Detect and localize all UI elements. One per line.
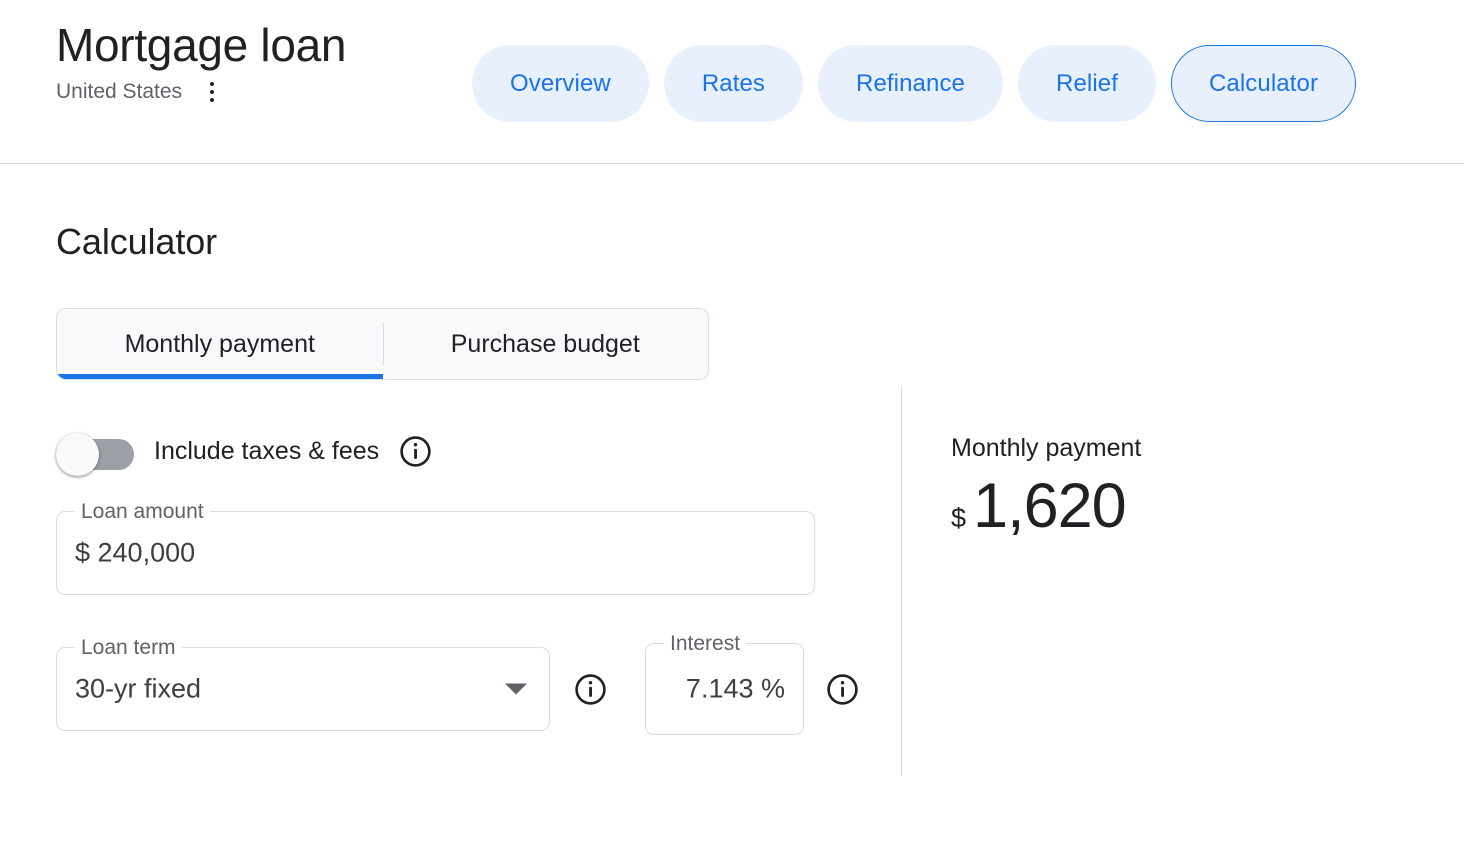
chevron-down-icon[interactable] xyxy=(505,684,527,695)
tab-overview[interactable]: Overview xyxy=(472,45,649,122)
loan-term-select[interactable]: Loan term 30-yr fixed xyxy=(56,647,550,731)
tab-label: Refinance xyxy=(856,70,965,98)
interest-rate-input[interactable] xyxy=(664,674,785,705)
tab-label: Overview xyxy=(510,70,611,98)
loan-amount-field[interactable]: Loan amount xyxy=(56,511,815,595)
loan-term-label: Loan term xyxy=(75,635,182,661)
page-title: Mortgage loan xyxy=(56,16,472,74)
info-circle-icon[interactable] xyxy=(399,435,432,468)
region-subtitle: United States xyxy=(56,79,182,105)
info-circle-icon[interactable] xyxy=(574,673,607,706)
result-column: Monthly payment $ 1,620 xyxy=(901,380,1464,735)
monthly-payment-value: $ 1,620 xyxy=(951,475,1464,538)
tab-refinance[interactable]: Refinance xyxy=(818,45,1003,122)
tab-label: Purchase budget xyxy=(451,330,640,359)
more-vertical-icon[interactable] xyxy=(200,78,224,106)
calculator-columns: Include taxes & fees Loan amount Loan te… xyxy=(56,380,1464,735)
loan-amount-label: Loan amount xyxy=(75,499,210,525)
tab-label: Relief xyxy=(1056,70,1118,98)
result-label: Monthly payment xyxy=(951,433,1464,463)
toggle-knob xyxy=(56,433,99,476)
tab-label: Rates xyxy=(702,70,765,98)
tab-label: Calculator xyxy=(1209,70,1318,98)
info-circle-icon[interactable] xyxy=(826,673,859,706)
include-taxes-row: Include taxes & fees xyxy=(56,433,901,469)
tab-calculator[interactable]: Calculator xyxy=(1171,45,1356,122)
tab-purchase-budget[interactable]: Purchase budget xyxy=(383,309,709,379)
column-divider xyxy=(901,386,902,776)
tab-label: Monthly payment xyxy=(125,330,315,359)
title-block: Mortgage loan United States xyxy=(56,0,472,106)
amount-number: 1,620 xyxy=(973,475,1126,538)
dot xyxy=(210,98,214,102)
dot xyxy=(210,90,214,94)
tab-monthly-payment[interactable]: Monthly payment xyxy=(57,309,383,379)
topic-tab-row: Overview Rates Refinance Relief Calculat… xyxy=(472,0,1356,122)
include-taxes-toggle[interactable] xyxy=(56,433,134,469)
currency-symbol: $ xyxy=(951,505,966,532)
loan-term-row: Loan term 30-yr fixed Interest xyxy=(56,643,901,735)
loan-amount-input[interactable] xyxy=(75,538,796,569)
page-header: Mortgage loan United States Overview Rat… xyxy=(0,0,1464,164)
include-taxes-label: Include taxes & fees xyxy=(154,437,379,466)
loan-term-value: 30-yr fixed xyxy=(75,674,487,705)
interest-rate-field[interactable]: Interest xyxy=(645,643,804,735)
interest-label: Interest xyxy=(664,631,746,657)
tab-rates[interactable]: Rates xyxy=(664,45,803,122)
calculator-mode-tabs: Monthly payment Purchase budget xyxy=(56,308,709,380)
calculator-content: Calculator Monthly payment Purchase budg… xyxy=(0,220,1464,735)
dot xyxy=(210,82,214,86)
tab-relief[interactable]: Relief xyxy=(1018,45,1156,122)
section-title: Calculator xyxy=(56,220,1464,264)
inputs-column: Include taxes & fees Loan amount Loan te… xyxy=(56,380,901,735)
subtitle-row: United States xyxy=(56,78,472,106)
